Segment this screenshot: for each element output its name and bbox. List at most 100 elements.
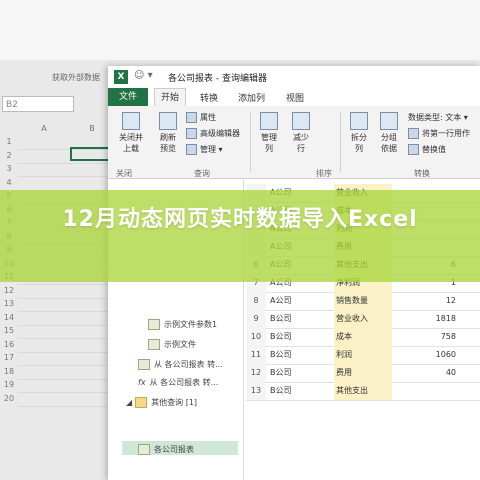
ribbon-tabs: 文件 开始 转换 添加列 视图	[108, 88, 480, 107]
header-icon	[408, 128, 419, 139]
value-cell: 1818	[435, 314, 456, 323]
properties-button[interactable]: 属性	[186, 112, 216, 123]
close-load-icon	[122, 112, 140, 130]
row-number[interactable]: 16	[0, 340, 18, 349]
gridline	[18, 176, 114, 177]
advanced-editor-button[interactable]: 高级编辑器	[186, 128, 240, 139]
value-cell: 758	[440, 332, 456, 341]
manage-button[interactable]: 管理 ▾	[186, 144, 223, 155]
table-row[interactable]: 12 B公司 费用 40	[246, 364, 480, 383]
group-by-button[interactable]: 分组 依据	[376, 112, 402, 154]
function-icon: fx	[138, 378, 146, 387]
table-row[interactable]: 9 B公司 营业收入 1818	[246, 310, 480, 329]
data-type-dropdown[interactable]: 数据类型: 文本 ▾	[408, 112, 468, 123]
tab-home[interactable]: 开始	[154, 88, 187, 107]
row-number[interactable]: 17	[0, 353, 18, 362]
value-cell: 1060	[435, 350, 456, 359]
first-row-header-button[interactable]: 将第一行用作	[408, 128, 470, 139]
query-group[interactable]: ◢ 其他查询 [1]	[126, 397, 197, 408]
tab-file[interactable]: 文件	[108, 88, 148, 106]
rows-icon	[292, 112, 310, 130]
group-sort-label: 排序	[316, 169, 332, 178]
row-index: 9	[246, 310, 266, 328]
company-cell: A公司	[270, 296, 292, 305]
gridline	[18, 311, 114, 312]
refresh-icon	[159, 112, 177, 130]
gridline	[18, 324, 114, 326]
reduce-rows-button[interactable]: 减少 行	[288, 112, 314, 154]
item-cell: 成本	[334, 328, 392, 346]
row-index: 13	[246, 382, 266, 400]
row-number[interactable]: 15	[0, 326, 18, 335]
group-close-label: 关闭	[116, 169, 132, 178]
group-query-label: 查询	[194, 169, 210, 178]
query-item[interactable]: 示例文件	[148, 339, 196, 350]
row-index: 11	[246, 346, 266, 364]
window-title: 各公司报表 - 查询编辑器	[168, 74, 267, 84]
row-number[interactable]: 1	[0, 137, 18, 146]
row-number[interactable]: 13	[0, 299, 18, 308]
table-row[interactable]: 8 A公司 销售数量 12	[246, 292, 480, 311]
query-item[interactable]: 示例文件参数1	[148, 319, 217, 330]
folder-icon	[135, 397, 148, 408]
tab-transform[interactable]: 转换	[200, 91, 218, 104]
company-cell: B公司	[270, 314, 292, 323]
table-icon	[148, 319, 160, 330]
table-row[interactable]: 10 B公司 成本 758	[246, 328, 480, 347]
split-column-button[interactable]: 拆分 列	[346, 112, 372, 154]
company-cell: B公司	[270, 350, 292, 359]
manage-icon	[186, 144, 197, 155]
query-item-selected[interactable]: 各公司报表	[138, 444, 194, 455]
row-number[interactable]: 20	[0, 394, 18, 403]
refresh-preview-button[interactable]: 刷新 预览	[154, 112, 182, 154]
query-item[interactable]: 从 各公司报表 转...	[138, 359, 223, 370]
row-number[interactable]: 12	[0, 286, 18, 295]
row-index: 8	[246, 292, 266, 310]
title-bar: X ☺ ▾ 各公司报表 - 查询编辑器	[108, 66, 480, 89]
item-cell: 费用	[334, 364, 392, 382]
banner-title: 12月动态网页实时数据导入Excel	[62, 207, 418, 232]
row-number[interactable]: 2	[0, 151, 18, 160]
table-icon	[138, 444, 150, 455]
separator	[340, 112, 341, 172]
row-index: 12	[246, 364, 266, 382]
column-header-b[interactable]: B	[72, 124, 112, 134]
expand-icon: ◢	[126, 398, 133, 407]
tab-view[interactable]: 视图	[286, 91, 304, 104]
row-number[interactable]: 18	[0, 367, 18, 376]
excel-logo-icon: X	[114, 70, 128, 84]
row-number[interactable]: 4	[0, 178, 18, 187]
close-load-button[interactable]: 关闭并 上载	[114, 112, 148, 154]
company-cell: B公司	[270, 332, 292, 341]
manage-columns-button[interactable]: 管理 列	[256, 112, 282, 154]
item-cell: 销售数量	[334, 292, 392, 310]
row-number[interactable]: 19	[0, 380, 18, 389]
row-number[interactable]: 3	[0, 164, 18, 173]
item-cell: 营业收入	[334, 310, 392, 328]
group-icon	[380, 112, 398, 130]
company-cell: B公司	[270, 368, 292, 377]
table-row[interactable]: 13 B公司 其他支出	[246, 382, 480, 401]
gridline	[18, 297, 114, 299]
selected-cell[interactable]	[70, 147, 110, 161]
company-cell: B公司	[270, 386, 292, 395]
replace-values-button[interactable]: 替换值	[408, 144, 446, 155]
value-cell: 40	[445, 368, 456, 377]
table-row[interactable]: 11 B公司 利润 1060	[246, 346, 480, 365]
ribbon: 关闭并 上载 刷新 预览 属性 高级编辑器 管理 ▾ 管理 列 减少 行 拆分 …	[108, 106, 480, 179]
item-cell: 其他支出	[334, 382, 392, 400]
table-icon	[138, 359, 150, 370]
separator	[250, 112, 251, 172]
row-number[interactable]: 14	[0, 313, 18, 322]
replace-icon	[408, 144, 419, 155]
query-item[interactable]: fx 从 各公司报表 转...	[138, 377, 218, 388]
gridline	[18, 338, 114, 339]
columns-icon	[260, 112, 278, 130]
column-header-a[interactable]: A	[22, 124, 66, 134]
gridline	[18, 365, 114, 366]
top-background	[0, 0, 480, 60]
gridline	[18, 392, 114, 393]
quick-access-icon[interactable]: ☺ ▾	[134, 70, 153, 81]
tab-add-column[interactable]: 添加列	[238, 91, 265, 104]
name-box[interactable]: B2	[2, 96, 74, 112]
